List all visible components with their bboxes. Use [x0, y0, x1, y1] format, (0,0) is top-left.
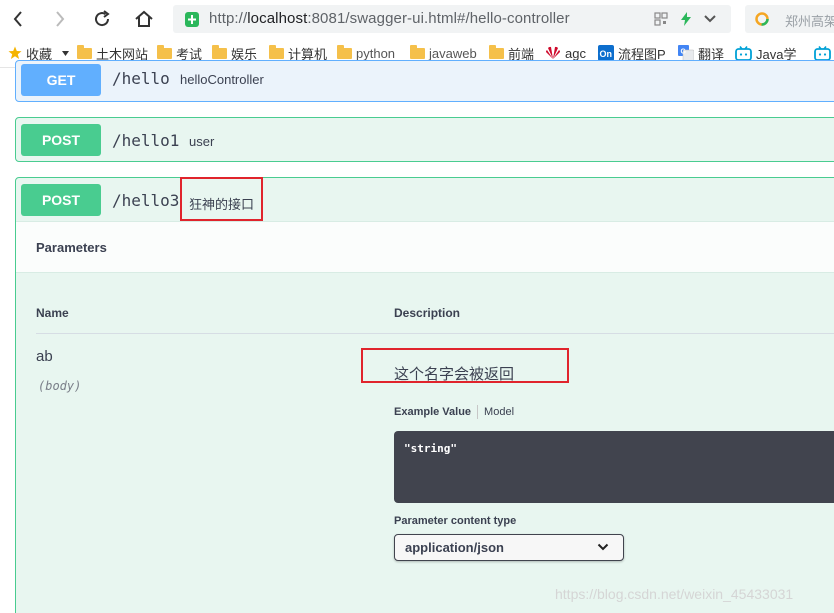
operation-get-hello[interactable]: GET /hello helloController [15, 60, 834, 102]
operation-post-hello3[interactable]: POST /hello3 狂神的接口 Parameters Name Descr… [15, 177, 834, 613]
highlight-summary-box [180, 177, 263, 221]
shield-icon [185, 12, 199, 27]
qr-code-icon[interactable] [654, 12, 668, 26]
content-type-label: Parameter content type [394, 515, 517, 527]
bilibili-icon [735, 45, 752, 61]
chevron-left-icon [13, 11, 22, 27]
url-host: localhost [247, 10, 308, 27]
svg-text:G: G [681, 49, 687, 56]
operation-path[interactable]: /hello1 [112, 131, 179, 150]
highlight-description-box [361, 348, 569, 383]
example-tabs: Example Value Model [394, 405, 514, 419]
parameters-header: Parameters [16, 221, 834, 273]
search-box[interactable]: 郑州高架 [745, 5, 834, 33]
address-bar[interactable]: http://localhost:8081/swagger-ui.html#/h… [173, 5, 731, 33]
svg-text:On: On [600, 49, 613, 59]
content-type-select[interactable]: application/json [394, 534, 624, 561]
watermark: https://blog.csdn.net/weixin_45433031 [555, 586, 794, 602]
parameter-name: ab [36, 348, 53, 365]
lightning-icon[interactable] [680, 12, 692, 26]
bookmark-label: python [356, 45, 396, 61]
folder-icon [212, 44, 227, 59]
folder-icon [489, 44, 504, 59]
folder-icon [77, 44, 92, 59]
caret-down-icon [62, 50, 70, 56]
forward-button[interactable] [48, 7, 72, 31]
table-divider [36, 333, 834, 334]
translate-icon: G [678, 45, 694, 61]
chevron-down-icon[interactable] [703, 14, 717, 24]
bilibili-icon [814, 45, 831, 61]
operation-path[interactable]: /hello [112, 69, 170, 88]
folder-icon [157, 44, 172, 59]
content-type-value: application/json [405, 540, 504, 555]
tab-example-value[interactable]: Example Value [394, 406, 471, 418]
bookmark-label: javaweb [429, 45, 477, 61]
swagger-content: GET /hello helloController POST /hello1 … [0, 60, 834, 613]
tab-separator [477, 405, 479, 419]
search-text: 郑州高架 [785, 14, 834, 29]
chevron-right-icon [56, 11, 65, 27]
chevron-down-icon [597, 543, 609, 551]
operation-post-hello1[interactable]: POST /hello1 user [15, 117, 834, 162]
parameters-title: Parameters [36, 240, 107, 255]
url-text: http://localhost:8081/swagger-ui.html#/h… [209, 10, 570, 27]
reload-icon [95, 10, 110, 27]
url-rest: :8081/swagger-ui.html#/hello-controller [307, 10, 570, 27]
star-icon [8, 46, 22, 60]
column-header-name: Name [36, 306, 69, 320]
parameter-location: (body) [38, 379, 82, 393]
operation-summary: helloController [180, 72, 264, 87]
method-badge-get[interactable]: GET [21, 64, 101, 96]
home-icon [135, 10, 153, 27]
folder-icon [269, 44, 284, 59]
url-prefix: http:// [209, 10, 248, 27]
back-button[interactable] [6, 7, 30, 31]
search-engine-icon [755, 12, 769, 26]
on-icon: On [598, 45, 614, 61]
folder-icon [337, 44, 352, 59]
method-badge-post[interactable]: POST [21, 184, 101, 216]
example-value-box[interactable]: "string" [394, 431, 834, 503]
huawei-icon [545, 46, 561, 60]
operation-summary: user [189, 134, 215, 149]
bookmark-label: agc [565, 45, 586, 61]
column-header-description: Description [394, 306, 461, 320]
folder-icon [410, 44, 425, 59]
tab-model[interactable]: Model [484, 406, 514, 418]
reload-button[interactable] [90, 7, 114, 31]
operation-path[interactable]: /hello3 [112, 191, 179, 210]
browser-toolbar: http://localhost:8081/swagger-ui.html#/h… [0, 0, 834, 38]
example-value: "string" [404, 442, 457, 455]
home-button[interactable] [132, 7, 156, 31]
method-badge-post[interactable]: POST [21, 124, 101, 156]
